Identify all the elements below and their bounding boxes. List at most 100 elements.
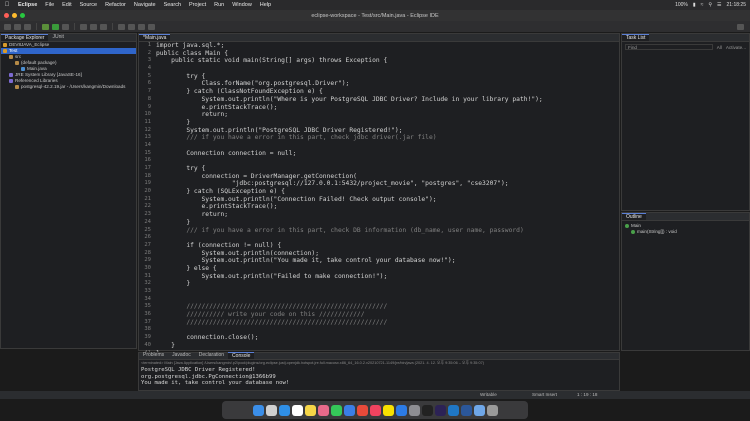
wifi-icon[interactable]: ≈ (701, 2, 704, 8)
forward-icon[interactable] (148, 23, 155, 30)
open-type-icon[interactable] (118, 23, 125, 30)
tab-javadoc[interactable]: Javadoc (168, 352, 195, 359)
menu-edit[interactable]: Edit (58, 2, 75, 8)
code-line: 18 connection = DriverManager.getConnect… (139, 173, 619, 181)
menu-refactor[interactable]: Refactor (101, 2, 130, 8)
window-title: eclipse-workspace - Test/src/Main.java -… (311, 12, 439, 19)
eclipse-icon[interactable] (434, 404, 446, 416)
code-line: 5 try { (139, 73, 619, 81)
code-line: 39 connection.close(); (139, 334, 619, 342)
debug-icon[interactable] (42, 23, 49, 30)
tab-task-list[interactable]: Task List (622, 34, 650, 41)
music-icon[interactable] (369, 404, 381, 416)
search-toolbar-icon[interactable] (128, 23, 135, 30)
mail-icon[interactable] (343, 404, 355, 416)
code-line: 12 System.out.println("PostgreSQL JDBC D… (139, 127, 619, 135)
line-number: 31 (144, 272, 151, 279)
coverage-icon[interactable] (62, 23, 69, 30)
menu-project[interactable]: Project (185, 2, 210, 8)
back-icon[interactable] (138, 23, 145, 30)
menu-run[interactable]: Run (210, 2, 228, 8)
code-line: 14 (139, 142, 619, 150)
code-line: 35 /////////////////////////////////////… (139, 303, 619, 311)
line-number: 7 (147, 88, 151, 95)
code-area[interactable]: 1 import java.sql.*; 2 public class Main {3… (139, 42, 619, 357)
menu-search[interactable]: Search (160, 2, 185, 8)
line-number: 3 (147, 57, 151, 64)
tab-main-java[interactable]: *Main.java (139, 34, 171, 41)
trash-icon[interactable] (486, 404, 498, 416)
zoom-window-button[interactable] (20, 13, 25, 18)
photos-icon[interactable] (317, 404, 329, 416)
notes-icon[interactable] (304, 404, 316, 416)
macos-menu-bar:  Eclipse File Edit Source Refactor Navi… (0, 0, 750, 10)
tab-declaration[interactable]: Declaration (195, 352, 228, 359)
code-line: 36 ////////// write your code on this //… (139, 311, 619, 319)
run-icon[interactable] (52, 23, 59, 30)
tab-outline[interactable]: Outline (622, 213, 646, 220)
perspective-icon[interactable] (737, 23, 744, 30)
folder-icon (9, 78, 13, 83)
outline-item-main-method[interactable]: main(String[]) : void (625, 229, 746, 235)
code-text: /// if you have a error in this part, ch… (156, 226, 524, 234)
folder-icon (9, 54, 13, 59)
new-java-project-icon[interactable] (80, 23, 87, 30)
code-text: System.out.println("Connection Failed! C… (156, 195, 437, 203)
search-icon[interactable]: ⚲ (708, 2, 712, 8)
messages-icon[interactable] (330, 404, 342, 416)
new-class-icon[interactable] (100, 23, 107, 30)
tab-problems[interactable]: Problems (139, 352, 168, 359)
line-number: 16 (144, 157, 151, 164)
control-center-icon[interactable]: ☰ (717, 2, 721, 8)
folder-icon (3, 42, 7, 47)
tab-package-explorer[interactable]: Package Explorer (1, 34, 49, 41)
launchpad-icon[interactable] (265, 404, 277, 416)
code-line: 8 System.out.println("Where is your Post… (139, 96, 619, 104)
toolbar-divider (36, 23, 37, 30)
finder-icon[interactable] (252, 404, 264, 416)
main-toolbar (0, 21, 750, 32)
menu-file[interactable]: File (41, 2, 58, 8)
terminal-icon[interactable] (421, 404, 433, 416)
minimize-window-button[interactable] (12, 13, 17, 18)
menubar-clock[interactable]: 21:18:25 (727, 2, 746, 8)
code-text: ////////// write your code on this /////… (156, 311, 365, 319)
line-number: 39 (144, 334, 151, 341)
battery-icon[interactable]: ▮ (693, 2, 696, 8)
tab-junit[interactable]: JUnit (48, 34, 67, 41)
new-icon[interactable] (4, 23, 11, 30)
code-line: 2 public class Main { (139, 50, 619, 58)
line-number: 13 (144, 134, 151, 141)
vscode-icon[interactable] (447, 404, 459, 416)
settings-icon[interactable] (408, 404, 420, 416)
tree-item[interactable]: postgresql-42.2.19.jar - /Users/kangmin/… (1, 84, 136, 90)
insert-mode-status: Smart Insert (532, 392, 558, 397)
package-tree: DEV8JAVA_Eclipse Test src (default package)… (1, 42, 136, 90)
close-window-button[interactable] (4, 13, 9, 18)
activate-link[interactable]: Activate... (726, 45, 746, 50)
chrome-icon[interactable] (356, 404, 368, 416)
filter-all[interactable]: All (717, 45, 722, 50)
kakao-icon[interactable] (382, 404, 394, 416)
code-text: connection.close(); (156, 334, 259, 342)
line-number: 29 (144, 257, 151, 264)
tab-console[interactable]: Console (228, 352, 255, 359)
menu-navigate[interactable]: Navigate (130, 2, 160, 8)
save-all-icon[interactable] (24, 23, 31, 30)
code-text: } else { (156, 264, 217, 272)
find-input[interactable]: Find (625, 44, 713, 50)
menu-help[interactable]: Help (256, 2, 275, 8)
menu-source[interactable]: Source (76, 2, 101, 8)
save-icon[interactable] (14, 23, 21, 30)
new-package-icon[interactable] (90, 23, 97, 30)
appstore-icon[interactable] (395, 404, 407, 416)
apple-menu-icon[interactable]:  (0, 2, 14, 8)
preview-icon[interactable] (473, 404, 485, 416)
cursor-position: 1 : 19 : 18 (577, 392, 598, 397)
word-icon[interactable] (460, 404, 472, 416)
line-number: 19 (144, 180, 151, 187)
menu-window[interactable]: Window (228, 2, 256, 8)
safari-icon[interactable] (278, 404, 290, 416)
calendar-icon[interactable] (291, 404, 303, 416)
app-menu[interactable]: Eclipse (14, 2, 41, 8)
